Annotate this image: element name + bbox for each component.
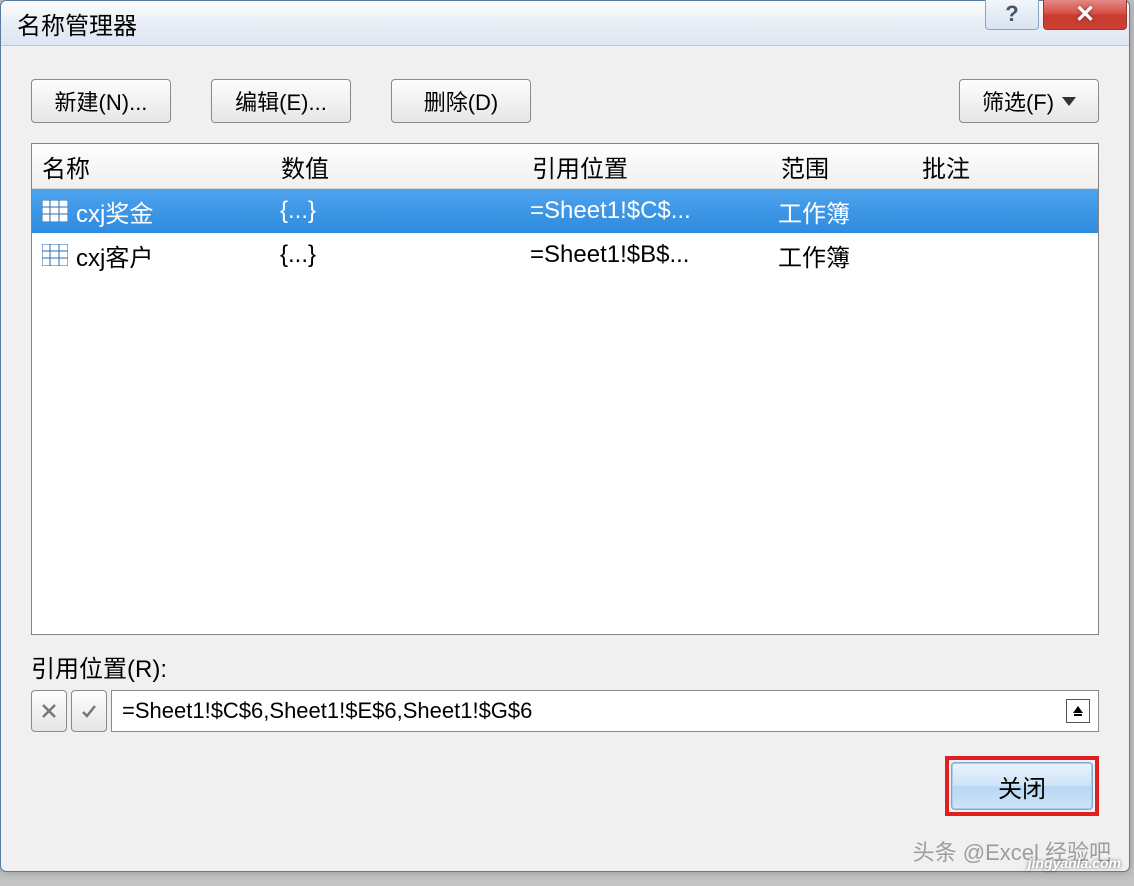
cell-value: {...} [270,241,520,269]
window-title: 名称管理器 [1,6,137,41]
new-button[interactable]: 新建(N)... [31,79,171,123]
cancel-ref-button[interactable] [31,690,67,732]
cell-name: cxj奖金 [32,194,270,229]
edit-button[interactable]: 编辑(E)... [211,79,351,123]
delete-button-label: 删除(D) [424,85,499,117]
window-close-button[interactable]: ✕ [1043,0,1127,30]
cell-scope: 工作簿 [768,194,908,229]
header-scope[interactable]: 范围 [771,144,912,188]
header-name[interactable]: 名称 [32,144,271,188]
close-button-label: 关闭 [998,769,1046,804]
confirm-ref-button[interactable] [71,690,107,732]
row-name-text: cxj奖金 [76,194,153,229]
dialog-body: 新建(N)... 编辑(E)... 删除(D) 筛选(F) 名称 数值 引用位置… [15,55,1115,857]
window-controls: ? ✕ [985,0,1127,30]
help-button[interactable]: ? [985,0,1039,30]
new-button-label: 新建(N)... [55,85,148,117]
toolbar: 新建(N)... 编辑(E)... 删除(D) 筛选(F) [15,55,1115,143]
edit-button-label: 编辑(E)... [235,85,327,117]
titlebar[interactable]: 名称管理器 ? ✕ [1,1,1129,46]
header-value[interactable]: 数值 [271,144,522,188]
list-row[interactable]: cxj奖金 {...} =Sheet1!$C$... 工作簿 [32,189,1098,233]
refers-to-row [31,690,1099,732]
cell-scope: 工作簿 [768,238,908,273]
help-icon: ? [1005,1,1018,27]
row-name-text: cxj客户 [76,238,153,273]
close-icon: ✕ [1075,0,1095,29]
filter-button-label: 筛选(F) [982,85,1054,117]
dialog-footer: 关闭 [15,732,1115,816]
refers-to-input-wrap [111,690,1099,732]
defined-name-icon [42,200,68,222]
cell-ref: =Sheet1!$B$... [520,241,768,269]
header-ref[interactable]: 引用位置 [522,144,771,188]
delete-button[interactable]: 删除(D) [391,79,531,123]
names-list[interactable]: 名称 数值 引用位置 范围 批注 cxj奖金 {...} [31,143,1099,635]
chevron-down-icon [1062,97,1076,106]
filter-button[interactable]: 筛选(F) [959,79,1099,123]
check-icon [80,702,98,720]
list-header[interactable]: 名称 数值 引用位置 范围 批注 [32,144,1098,189]
name-manager-dialog: 名称管理器 ? ✕ 新建(N)... 编辑(E)... 删除(D) 筛选(F) [0,0,1130,872]
watermark-url: jingyanla.com [1028,855,1121,871]
collapse-icon [1071,704,1085,718]
cell-value: {...} [270,197,520,225]
x-icon [40,702,58,720]
close-button-highlight: 关闭 [945,756,1099,816]
collapse-dialog-button[interactable] [1066,699,1090,723]
header-comment[interactable]: 批注 [912,144,1098,188]
refers-to-section: 引用位置(R): [31,649,1099,732]
defined-name-icon [42,244,68,266]
refers-to-label: 引用位置(R): [31,649,1099,684]
refers-to-input[interactable] [120,697,1066,725]
close-button[interactable]: 关闭 [951,762,1093,810]
cell-name: cxj客户 [32,238,270,273]
cell-ref: =Sheet1!$C$... [520,197,768,225]
list-row[interactable]: cxj客户 {...} =Sheet1!$B$... 工作簿 [32,233,1098,277]
